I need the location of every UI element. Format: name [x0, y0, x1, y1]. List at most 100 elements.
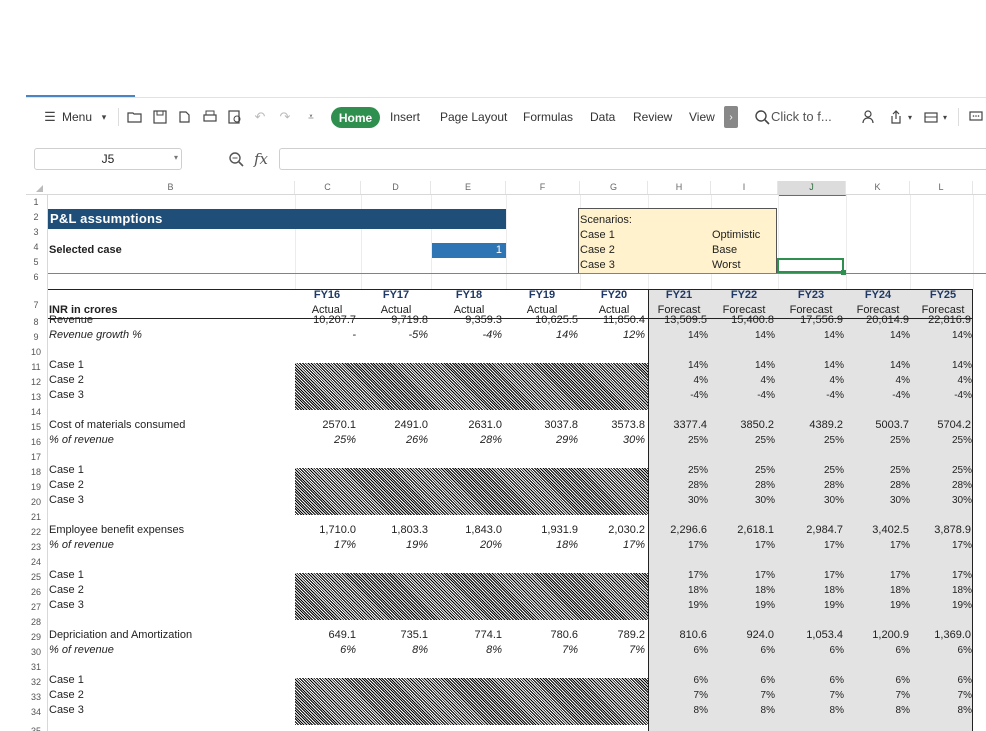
- value-cell[interactable]: 18%: [646, 583, 708, 598]
- value-cell[interactable]: -: [294, 328, 356, 343]
- value-cell[interactable]: 7%: [516, 643, 578, 658]
- value-cell[interactable]: 1,843.0: [440, 523, 502, 538]
- value-cell[interactable]: 18%: [713, 583, 775, 598]
- value-cell[interactable]: 9,719.8: [366, 313, 428, 328]
- insert-table-icon[interactable]: [922, 108, 940, 126]
- value-cell[interactable]: 25%: [910, 463, 972, 478]
- value-cell[interactable]: 2,984.7: [781, 523, 843, 538]
- value-cell[interactable]: -4%: [440, 328, 502, 343]
- value-cell[interactable]: 4%: [713, 373, 775, 388]
- row-header-9[interactable]: 9: [26, 332, 46, 342]
- comment-icon[interactable]: [967, 108, 985, 126]
- value-cell[interactable]: 8%: [782, 703, 844, 718]
- print-icon[interactable]: [201, 108, 219, 126]
- column-header-h[interactable]: H: [648, 181, 711, 194]
- row-header-2[interactable]: 2: [26, 212, 46, 222]
- value-cell[interactable]: 22,816.9: [909, 313, 971, 328]
- value-cell[interactable]: 8%: [366, 643, 428, 658]
- value-cell[interactable]: 6%: [910, 673, 972, 688]
- tab-insert[interactable]: Insert: [390, 110, 420, 124]
- value-cell[interactable]: 10,207.7: [294, 313, 356, 328]
- value-cell[interactable]: 25%: [848, 463, 910, 478]
- value-cell[interactable]: 6%: [848, 643, 910, 658]
- value-cell[interactable]: 25%: [294, 433, 356, 448]
- value-cell[interactable]: 25%: [713, 433, 775, 448]
- value-cell[interactable]: 6%: [294, 643, 356, 658]
- value-cell[interactable]: 14%: [848, 358, 910, 373]
- fx-icon[interactable]: fx: [254, 150, 268, 168]
- value-cell[interactable]: 7%: [782, 688, 844, 703]
- hamburger-icon[interactable]: ☰: [41, 108, 59, 126]
- value-cell[interactable]: 14%: [646, 328, 708, 343]
- value-cell[interactable]: 25%: [782, 463, 844, 478]
- value-cell[interactable]: 17%: [713, 538, 775, 553]
- name-box[interactable]: J5 ▾: [34, 148, 182, 170]
- row-header-13[interactable]: 13: [26, 392, 46, 402]
- value-cell[interactable]: 15,400.8: [712, 313, 774, 328]
- value-cell[interactable]: 649.1: [294, 628, 356, 643]
- undo-icon[interactable]: ↶: [251, 108, 269, 126]
- value-cell[interactable]: 30%: [910, 493, 972, 508]
- value-cell[interactable]: 2631.0: [440, 418, 502, 433]
- column-header-b[interactable]: B: [47, 181, 295, 194]
- value-cell[interactable]: 28%: [910, 478, 972, 493]
- value-cell[interactable]: 735.1: [366, 628, 428, 643]
- value-cell[interactable]: 14%: [782, 328, 844, 343]
- row-header-29[interactable]: 29: [26, 632, 46, 642]
- value-cell[interactable]: 3377.4: [645, 418, 707, 433]
- row-header-28[interactable]: 28: [26, 617, 46, 627]
- formula-input[interactable]: [279, 148, 986, 170]
- row-header-22[interactable]: 22: [26, 527, 46, 537]
- export-icon[interactable]: [176, 108, 194, 126]
- value-cell[interactable]: 25%: [713, 463, 775, 478]
- value-cell[interactable]: 19%: [646, 598, 708, 613]
- value-cell[interactable]: 789.2: [583, 628, 645, 643]
- save-icon[interactable]: [151, 108, 169, 126]
- value-cell[interactable]: 1,053.4: [781, 628, 843, 643]
- row-header-26[interactable]: 26: [26, 587, 46, 597]
- value-cell[interactable]: 14%: [782, 358, 844, 373]
- row-header-16[interactable]: 16: [26, 437, 46, 447]
- row-header-18[interactable]: 18: [26, 467, 46, 477]
- tab-data[interactable]: Data: [590, 110, 615, 124]
- row-header-1[interactable]: 1: [26, 197, 46, 207]
- value-cell[interactable]: 2,618.1: [712, 523, 774, 538]
- value-cell[interactable]: 19%: [782, 598, 844, 613]
- column-header-i[interactable]: I: [711, 181, 778, 194]
- value-cell[interactable]: 6%: [713, 643, 775, 658]
- value-cell[interactable]: 14%: [516, 328, 578, 343]
- value-cell[interactable]: 14%: [646, 358, 708, 373]
- add-user-icon[interactable]: [860, 108, 878, 126]
- row-header-6[interactable]: 6: [26, 272, 46, 282]
- value-cell[interactable]: 18%: [782, 583, 844, 598]
- value-cell[interactable]: 4%: [646, 373, 708, 388]
- chevron-down-icon[interactable]: ▾: [940, 108, 950, 126]
- value-cell[interactable]: 30%: [713, 493, 775, 508]
- value-cell[interactable]: 11,850.4: [583, 313, 645, 328]
- value-cell[interactable]: 2491.0: [366, 418, 428, 433]
- value-cell[interactable]: 6%: [646, 643, 708, 658]
- value-cell[interactable]: 17%: [713, 568, 775, 583]
- print-preview-icon[interactable]: [226, 108, 244, 126]
- column-header-c[interactable]: C: [295, 181, 361, 194]
- value-cell[interactable]: 4%: [782, 373, 844, 388]
- value-cell[interactable]: 18%: [848, 583, 910, 598]
- value-cell[interactable]: 28%: [440, 433, 502, 448]
- value-cell[interactable]: 25%: [782, 433, 844, 448]
- column-header-f[interactable]: F: [506, 181, 580, 194]
- customize-dropdown-icon[interactable]: ⩡: [302, 108, 320, 126]
- row-header-4[interactable]: 4: [26, 242, 46, 252]
- row-header-7[interactable]: 7: [26, 300, 46, 310]
- value-cell[interactable]: 25%: [646, 433, 708, 448]
- value-cell[interactable]: 6%: [782, 643, 844, 658]
- value-cell[interactable]: 1,369.0: [909, 628, 971, 643]
- value-cell[interactable]: 5003.7: [847, 418, 909, 433]
- value-cell[interactable]: 810.6: [645, 628, 707, 643]
- value-cell[interactable]: 1,200.9: [847, 628, 909, 643]
- value-cell[interactable]: 2,030.2: [583, 523, 645, 538]
- value-cell[interactable]: 17,556.9: [781, 313, 843, 328]
- value-cell[interactable]: 7%: [910, 688, 972, 703]
- tab-home[interactable]: Home: [331, 107, 380, 128]
- row-header-32[interactable]: 32: [26, 677, 46, 687]
- value-cell[interactable]: -4%: [713, 388, 775, 403]
